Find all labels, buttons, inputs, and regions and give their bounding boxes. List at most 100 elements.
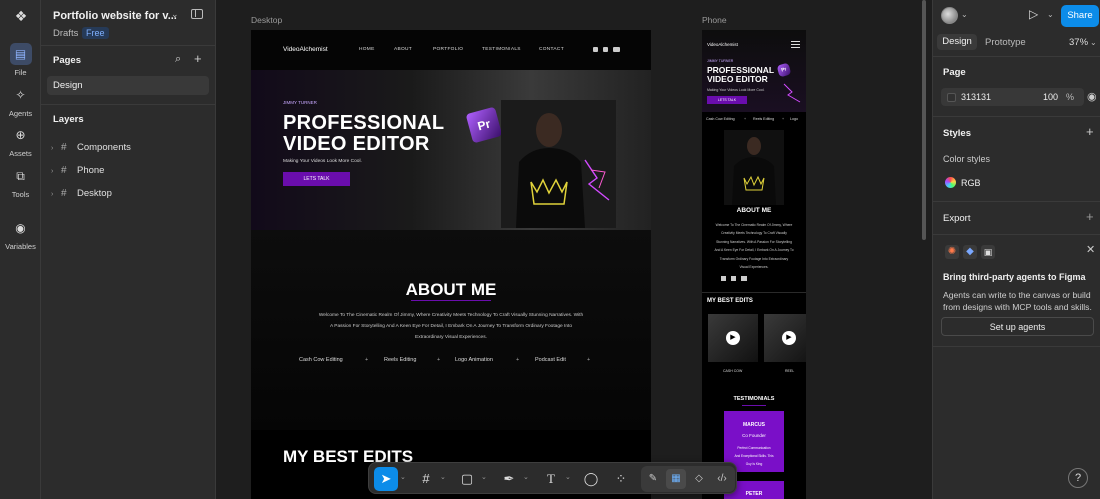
phone-skill-item: Logo xyxy=(790,117,798,121)
color-swatch[interactable] xyxy=(947,93,956,102)
video-thumbnail: ▶ xyxy=(764,314,806,362)
chevron-down-icon[interactable]: ⌄ xyxy=(565,473,571,481)
figma-logo-icon[interactable]: ❖ xyxy=(13,8,29,26)
layer-components[interactable]: › # Components xyxy=(51,142,131,153)
plus-icon: + xyxy=(587,357,591,363)
video-thumbnail: ▶ xyxy=(708,314,758,362)
hero-subtitle: Making Your Videos Look More Cool. xyxy=(283,159,362,164)
skill-item: Reels Editing xyxy=(384,357,417,363)
search-icon[interactable]: ⌕ xyxy=(175,53,181,66)
add-style-icon[interactable]: + xyxy=(1086,124,1094,139)
skill-item: Logo Animation xyxy=(455,357,493,363)
rail-item-file[interactable]: ▤ File xyxy=(0,43,41,77)
chevron-right-icon[interactable]: › xyxy=(51,145,61,152)
layer-desktop[interactable]: › # Desktop xyxy=(51,188,112,199)
avatar[interactable] xyxy=(941,7,958,24)
rgb-style-item[interactable]: RGB xyxy=(961,178,981,188)
hero-title-line: PROFESSIONAL xyxy=(283,112,445,134)
eye-icon[interactable]: ◉ xyxy=(1087,90,1097,103)
rail-item-agents[interactable]: ✧ Agents xyxy=(0,84,41,118)
comment-tool-button[interactable]: ◯ xyxy=(579,467,603,491)
phone-about-line: Welcome To The Cinematic Realm Of Jimmy,… xyxy=(715,223,793,227)
hero-title: PROFESSIONAL VIDEO EDITOR xyxy=(283,113,444,155)
phone-skill-item: Cash Cow Editing xyxy=(706,117,735,121)
drafts-link[interactable]: Drafts xyxy=(53,28,78,39)
add-page-icon[interactable]: + xyxy=(194,51,202,66)
canvas[interactable]: Desktop Phone VideoAlchemist HOME ABOUT … xyxy=(216,0,932,499)
phone-frame[interactable]: VideoAlchemist JIMMY TURNER PROFESSIONAL… xyxy=(702,30,806,499)
code-mode-icon[interactable]: ‹/› xyxy=(712,469,732,489)
rectangle-tool-button[interactable]: ▢ xyxy=(455,467,479,491)
divider xyxy=(702,292,806,293)
layers-panel: Portfolio website for v... ⌄ Drafts Free… xyxy=(41,0,216,499)
site-logo: VideoAlchemist xyxy=(283,46,328,53)
chevron-down-icon[interactable]: ⌄ xyxy=(440,473,446,481)
phone-hero-subtitle: Making Your Videos Look More Cool. xyxy=(707,88,765,92)
add-export-icon[interactable]: + xyxy=(1086,209,1094,224)
actions-tool-button[interactable]: ⁘ xyxy=(609,467,633,491)
plus-icon: + xyxy=(782,117,785,121)
vertical-scrollbar[interactable] xyxy=(922,0,926,240)
chevron-down-icon[interactable]: ⌄ xyxy=(523,473,529,481)
draw-mode-icon[interactable]: ✎ xyxy=(643,469,663,489)
chevron-down-icon[interactable]: ⌄ xyxy=(1090,38,1097,47)
text-tool-button[interactable]: T xyxy=(539,467,563,491)
testimonial-name: MARCUS xyxy=(743,422,765,428)
sidebar-toggle-icon[interactable] xyxy=(191,9,203,19)
help-button[interactable]: ? xyxy=(1068,468,1088,488)
chevron-down-icon[interactable]: ⌄ xyxy=(171,9,179,20)
rail-item-tools[interactable]: ⧉ Tools xyxy=(0,165,41,199)
zoom-level[interactable]: 37% xyxy=(1069,37,1088,48)
phone-about-line: And A Keen Eye For Detail, I Embark On A… xyxy=(714,248,794,253)
hero-name: JIMMY TURNER xyxy=(283,100,317,105)
dev-mode-icon[interactable]: ◇ xyxy=(689,469,709,489)
rail-item-assets[interactable]: ⊕ Assets xyxy=(0,124,41,158)
youtube-icon xyxy=(613,47,620,52)
phone-frame-label[interactable]: Phone xyxy=(702,15,727,25)
chevron-down-icon[interactable]: ⌄ xyxy=(961,10,968,19)
tab-prototype[interactable]: Prototype xyxy=(985,37,1026,48)
menu-item: HOME xyxy=(359,47,375,52)
lets-talk-button: LETS TALK xyxy=(283,172,350,186)
pen-tool-button[interactable]: ✒ xyxy=(497,467,521,491)
menu-item: CONTACT xyxy=(539,47,564,52)
agent-icon: ◆ xyxy=(963,245,977,259)
chevron-right-icon[interactable]: › xyxy=(51,191,61,198)
promo-text: Agents can write to the canvas or build … xyxy=(943,290,1092,312)
chevron-down-icon[interactable]: ⌄ xyxy=(481,473,487,481)
agents-icon: ✧ xyxy=(15,88,26,102)
layer-phone[interactable]: › # Phone xyxy=(51,165,104,176)
hero-person-image xyxy=(501,100,616,228)
pages-heading: Pages xyxy=(53,55,81,66)
phone-about-text: Welcome To The Cinematic Realm Of Jimmy,… xyxy=(708,221,800,271)
tab-design[interactable]: Design xyxy=(937,34,977,50)
divider xyxy=(41,104,216,105)
desktop-frame[interactable]: VideoAlchemist HOME ABOUT PORTFOLIO TEST… xyxy=(251,30,651,499)
chevron-right-icon[interactable]: › xyxy=(51,168,61,175)
mode-switcher: ✎ ▦ ◇ ‹/› xyxy=(641,466,735,492)
present-play-icon[interactable]: ▷ xyxy=(1029,7,1038,21)
phone-lightning-graphic xyxy=(783,83,801,103)
set-up-agents-button[interactable]: Set up agents xyxy=(941,317,1094,336)
play-icon: ▶ xyxy=(782,331,796,345)
design-mode-icon[interactable]: ▦ xyxy=(666,469,686,489)
menu-item: ABOUT xyxy=(394,47,413,52)
rail-item-variables[interactable]: ◉ Variables xyxy=(0,217,41,251)
menu-item: TESTIMONIALS xyxy=(482,47,521,52)
desktop-frame-label[interactable]: Desktop xyxy=(251,15,282,25)
move-tool-button[interactable]: ➤ xyxy=(374,467,398,491)
file-title[interactable]: Portfolio website for v... xyxy=(53,10,177,22)
divider xyxy=(933,234,1100,235)
phone-hero-name: JIMMY TURNER xyxy=(707,59,734,63)
chevron-down-icon[interactable]: ⌄ xyxy=(1047,10,1054,19)
about-heading: ABOUT ME xyxy=(405,280,497,299)
page-item-design[interactable]: Design xyxy=(47,76,209,95)
page-color-value[interactable]: 313131 xyxy=(961,92,991,102)
frame-tool-button[interactable]: # xyxy=(414,467,438,491)
chevron-down-icon[interactable]: ⌄ xyxy=(400,473,406,481)
styles-heading: Styles xyxy=(943,128,971,139)
hero-title-line: VIDEO EDITOR xyxy=(283,133,430,155)
close-icon[interactable]: ✕ xyxy=(1086,243,1095,256)
page-opacity-value[interactable]: 100 xyxy=(1043,92,1058,102)
share-button[interactable]: Share xyxy=(1061,5,1099,27)
